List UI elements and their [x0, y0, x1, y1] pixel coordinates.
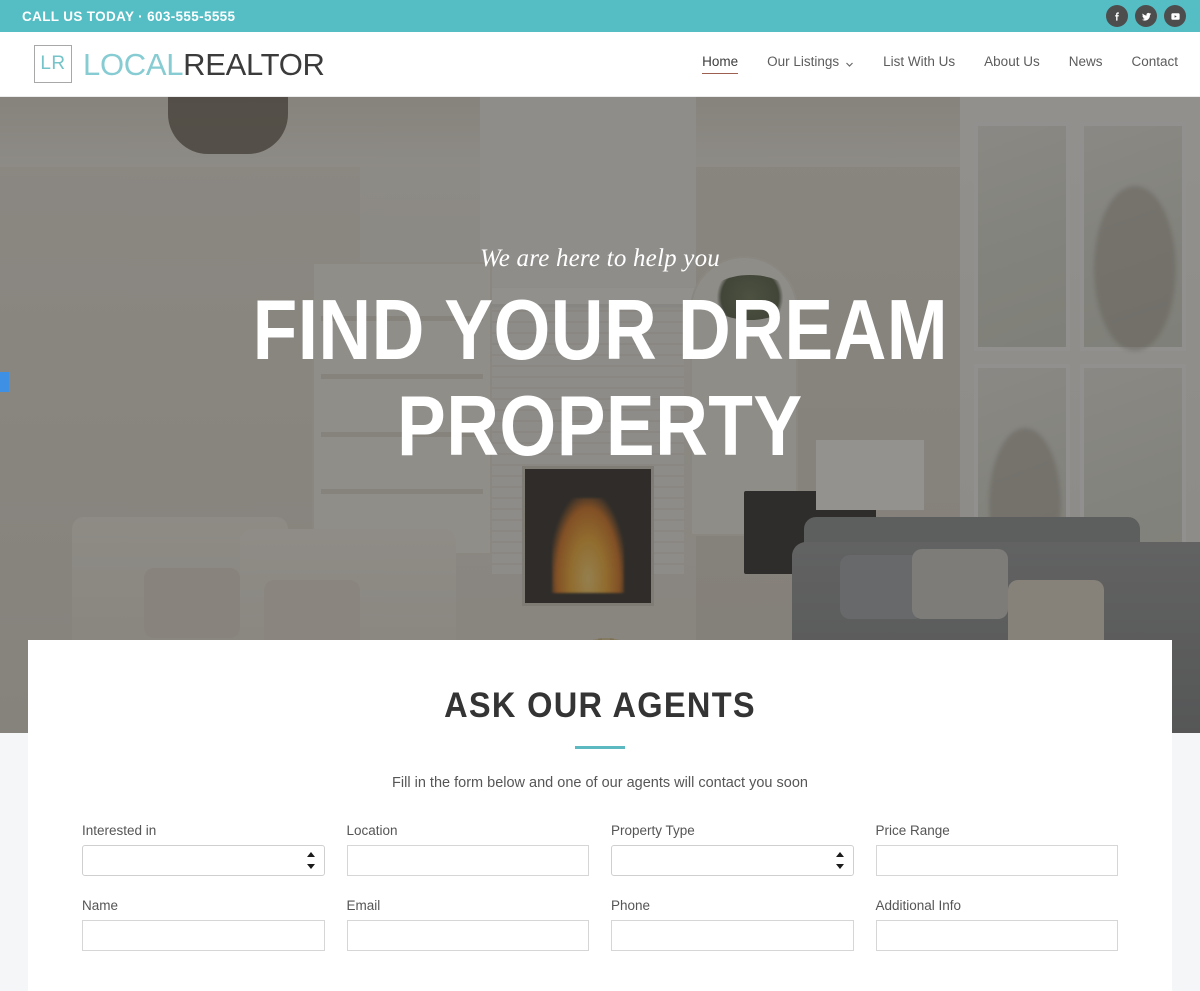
call-us-phone-label[interactable]: CALL US TODAY · 603-555-5555	[22, 9, 235, 24]
hero-content: We are here to help you FIND YOUR DREAM …	[0, 97, 1200, 733]
label-phone: Phone	[611, 898, 651, 913]
price-range-input[interactable]	[875, 845, 1118, 876]
hero-eyebrow-text: We are here to help you	[480, 245, 720, 272]
field-name: Name	[82, 898, 325, 951]
label-price-range: Price Range	[875, 823, 950, 838]
field-location: Location	[346, 823, 589, 876]
field-additional-info: Additional Info	[875, 898, 1118, 951]
label-location: Location	[346, 823, 398, 838]
label-property-type: Property Type	[611, 823, 695, 838]
form-section-subtitle: Fill in the form below and one of our ag…	[392, 775, 808, 791]
social-links	[1106, 5, 1186, 27]
site-logo[interactable]: LR LOCALREALTOR	[34, 45, 325, 83]
email-input[interactable]	[346, 920, 589, 951]
nav-label-our-listings: Our Listings	[767, 54, 840, 69]
nav-item-list-with-us[interactable]: List With Us	[883, 54, 955, 74]
location-input[interactable]	[346, 845, 589, 876]
nav-label-list-with-us: List With Us	[883, 54, 956, 69]
ask-our-agents-card: ASK OUR AGENTS Fill in the form below an…	[28, 640, 1172, 991]
nav-item-contact[interactable]: Contact	[1131, 54, 1178, 74]
logo-text-primary: LOCAL	[83, 46, 184, 82]
site-header: LR LOCALREALTOR Home Our Listings List W…	[0, 32, 1200, 97]
agent-contact-form: Interested in Location Property Type Pri…	[82, 823, 1118, 951]
twitter-icon[interactable]	[1135, 5, 1157, 27]
phone-input[interactable]	[611, 920, 854, 951]
logo-text-secondary: REALTOR	[183, 46, 325, 82]
logo-wordmark: LOCALREALTOR	[83, 49, 325, 80]
nav-item-our-listings[interactable]: Our Listings	[767, 54, 854, 74]
nav-item-home[interactable]: Home	[702, 54, 739, 74]
nav-label-contact: Contact	[1131, 54, 1178, 69]
hero-slider-prev-handle[interactable]	[0, 372, 9, 392]
nav-label-news: News	[1068, 54, 1103, 69]
youtube-icon[interactable]	[1164, 5, 1186, 27]
nav-item-news[interactable]: News	[1069, 54, 1103, 74]
interested-in-select[interactable]	[82, 845, 325, 876]
hero-banner: We are here to help you FIND YOUR DREAM …	[0, 97, 1200, 733]
chevron-down-icon	[845, 57, 854, 67]
hero-title-line-2: PROPERTY	[397, 379, 803, 475]
facebook-icon[interactable]	[1106, 5, 1128, 27]
name-input[interactable]	[82, 920, 325, 951]
hero-title-line-1: FIND YOUR DREAM	[252, 283, 948, 378]
additional-info-input[interactable]	[875, 920, 1118, 951]
form-section-title: ASK OUR AGENTS	[444, 686, 756, 725]
nav-label-home: Home	[702, 54, 739, 69]
label-interested-in: Interested in	[82, 823, 157, 838]
main-navigation: Home Our Listings List With Us About Us …	[702, 54, 1178, 74]
logo-monogram-icon: LR	[34, 45, 72, 83]
property-type-select[interactable]	[611, 845, 854, 876]
field-phone: Phone	[611, 898, 854, 951]
field-email: Email	[346, 898, 589, 951]
field-price-range: Price Range	[875, 823, 1118, 876]
nav-label-about-us: About Us	[984, 54, 1040, 69]
title-divider	[575, 746, 625, 749]
label-name: Name	[82, 898, 119, 913]
nav-item-about-us[interactable]: About Us	[984, 54, 1040, 74]
label-email: Email	[346, 898, 381, 913]
label-additional-info: Additional Info	[875, 898, 962, 913]
field-property-type: Property Type	[611, 823, 854, 876]
top-utility-bar: CALL US TODAY · 603-555-5555	[0, 0, 1200, 32]
field-interested-in: Interested in	[82, 823, 325, 876]
